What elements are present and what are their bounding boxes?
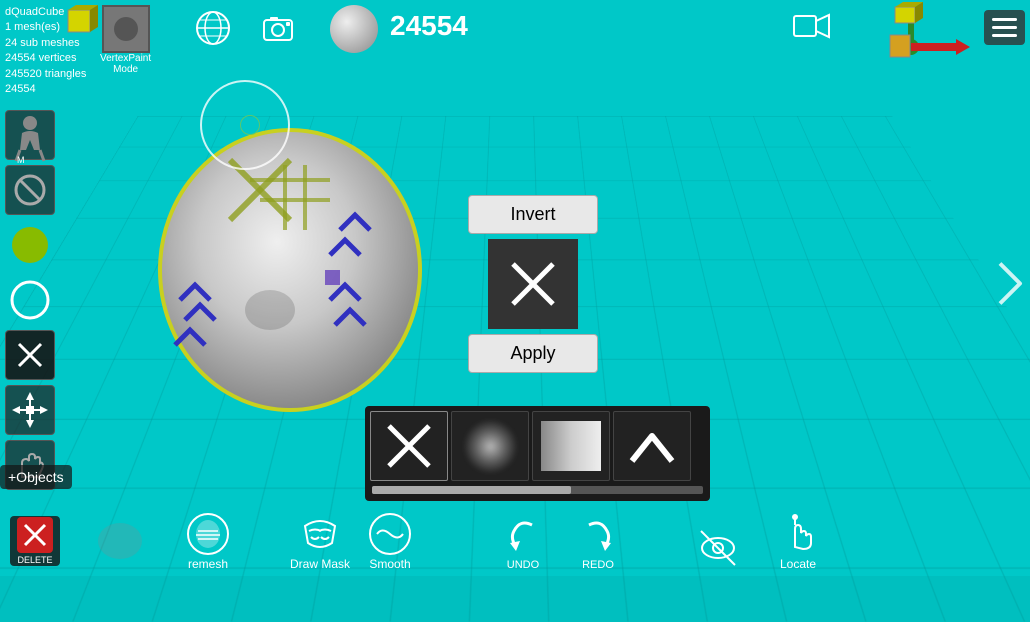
brush-chevron[interactable] — [613, 411, 691, 481]
no-entry-tool-button[interactable] — [5, 165, 55, 215]
brush-cross[interactable] — [370, 411, 448, 481]
vertices-count: 24554 vertices — [5, 51, 86, 66]
invert-panel: Invert Apply — [468, 195, 598, 373]
green-circle-tool[interactable] — [5, 220, 55, 270]
transform-tool-button[interactable] — [5, 385, 55, 435]
smooth-label: Smooth — [369, 557, 410, 571]
vertex-paint-icon[interactable] — [102, 5, 150, 53]
sphere-preview — [330, 5, 378, 53]
mode-label: Mode — [113, 64, 138, 75]
delete-label: DELETE — [17, 555, 52, 565]
locate-label: Locate — [780, 557, 816, 571]
hamburger-menu-button[interactable] — [984, 10, 1025, 45]
smooth-button[interactable]: Smooth — [367, 511, 413, 571]
draw-mask-label: Draw Mask — [290, 557, 350, 571]
draw-mask-button[interactable]: Draw Mask — [290, 511, 350, 571]
hide-button[interactable] — [695, 525, 741, 571]
invert-preview-box — [488, 239, 578, 329]
snapshot-camera-icon[interactable] — [260, 10, 296, 51]
right-arrow-button[interactable] — [995, 259, 1025, 318]
x-mark-tool[interactable] — [5, 330, 55, 380]
white-ring-tool[interactable] — [5, 275, 55, 325]
mesh-id: 24554 — [5, 82, 86, 97]
3d-gizmo — [840, 5, 980, 95]
triangles-count: 245520 triangles — [5, 67, 86, 82]
redo-label: REDO — [582, 559, 614, 571]
undo-button[interactable]: UNDO — [500, 513, 546, 571]
globe-icon[interactable] — [195, 10, 231, 51]
vertex-count-display: 24554 — [390, 10, 468, 42]
apply-button[interactable]: Apply — [468, 334, 598, 373]
quad-cube-icon[interactable] — [60, 5, 100, 45]
locate-button[interactable]: Locate — [775, 511, 821, 571]
svg-text:M: M — [17, 155, 25, 165]
vertex-paint-area[interactable]: VertexPaint Mode — [100, 5, 151, 75]
brush-progress-track — [372, 486, 703, 494]
add-objects-button[interactable]: +Objects — [0, 465, 72, 489]
vertex-paint-label: VertexPaint — [100, 53, 151, 64]
brush-selector-panel — [365, 406, 710, 501]
brush-options-row — [370, 411, 705, 481]
brush-gradient[interactable] — [532, 411, 610, 481]
hamburger-line-2 — [992, 26, 1017, 29]
person-tool-button[interactable]: M — [5, 110, 55, 160]
video-camera-icon[interactable] — [794, 13, 830, 46]
brush-progress-bar-area[interactable] — [370, 484, 705, 496]
remesh-button[interactable]: remesh — [185, 511, 231, 571]
brush-smoke[interactable] — [451, 411, 529, 481]
undo-label: UNDO — [507, 559, 539, 571]
remesh-label: remesh — [188, 557, 228, 571]
hamburger-line-1 — [992, 18, 1017, 21]
delete-button[interactable]: DELETE — [10, 516, 60, 566]
small-mesh-thumbnail — [95, 521, 145, 566]
3d-head-mesh — [130, 100, 450, 400]
left-toolbar: M — [5, 110, 55, 490]
redo-button[interactable]: REDO — [575, 513, 621, 571]
hamburger-line-3 — [992, 34, 1017, 37]
invert-button[interactable]: Invert — [468, 195, 598, 234]
brush-progress-fill — [372, 486, 571, 494]
add-objects-label: +Objects — [0, 465, 72, 489]
